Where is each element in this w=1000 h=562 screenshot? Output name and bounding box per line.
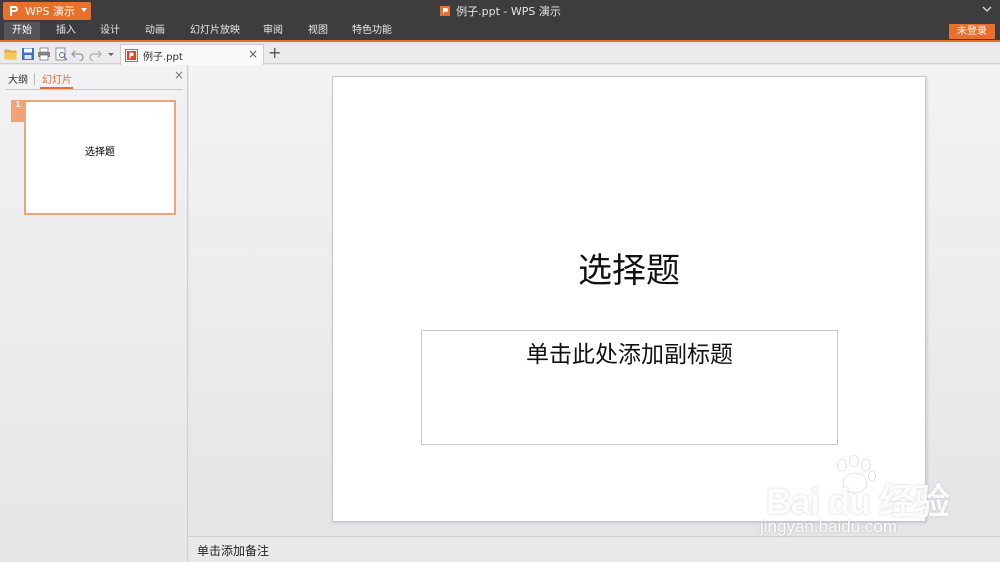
undo-icon[interactable] — [71, 47, 85, 61]
quick-access-toolbar: 例子.ppt × + — [0, 44, 1000, 65]
notes-pane[interactable]: 单击添加备注 — [189, 536, 1000, 562]
menu-tab-review[interactable]: 审阅 — [255, 22, 291, 40]
app-menu-caret-icon — [81, 8, 87, 12]
menu-tab-special[interactable]: 特色功能 — [346, 22, 398, 40]
ppt-file-icon — [440, 6, 451, 16]
menu-tab-design[interactable]: 设计 — [92, 22, 128, 40]
slide-number: 1 — [15, 100, 21, 109]
slide-thumbnail-title: 选择题 — [85, 147, 115, 158]
print-preview-icon[interactable] — [54, 47, 68, 61]
chevron-down-icon[interactable] — [982, 4, 992, 14]
slide-title[interactable]: 选择题 — [333, 243, 925, 292]
menu-bar: 开始 插入 设计 动画 幻灯片放映 审阅 视图 特色功能 未登录 — [0, 22, 1000, 42]
panel-tab-separator — [34, 73, 35, 85]
app-menu-button[interactable]: WPS 演示 — [3, 2, 91, 20]
slide-canvas[interactable]: 选择题 单击此处添加副标题 — [332, 76, 926, 522]
document-tab-label: 例子.ppt — [143, 52, 183, 63]
window-title-text: 例子.ppt - WPS 演示 — [456, 5, 561, 18]
wps-logo-icon — [7, 4, 21, 18]
save-icon[interactable] — [21, 47, 35, 61]
slide-editor: 选择题 单击此处添加副标题 — [189, 65, 1000, 536]
menu-tab-animation[interactable]: 动画 — [137, 22, 173, 40]
app-name: WPS 演示 — [25, 5, 75, 18]
menu-tab-insert[interactable]: 插入 — [48, 22, 84, 40]
wps-window: WPS 演示 例子.ppt - WPS 演示 开始 插入 设计 动画 幻灯片放映… — [0, 0, 1000, 562]
document-tab[interactable]: 例子.ppt × — [120, 44, 264, 65]
ppt-file-icon — [125, 49, 138, 62]
notes-placeholder: 单击添加备注 — [197, 544, 270, 558]
window-title: 例子.ppt - WPS 演示 — [0, 0, 1000, 22]
menu-tab-view[interactable]: 视图 — [300, 22, 336, 40]
slide-number-badge: 1 — [11, 100, 25, 122]
slides-panel: 大纲 幻灯片 × 1 选择题 — [0, 65, 188, 562]
slide-thumbnail[interactable]: 选择题 — [24, 100, 176, 215]
panel-divider — [6, 89, 183, 90]
open-folder-icon[interactable] — [4, 47, 18, 61]
add-tab-button[interactable]: + — [268, 45, 281, 61]
redo-icon[interactable] — [88, 47, 102, 61]
title-bar: WPS 演示 例子.ppt - WPS 演示 — [0, 0, 1000, 22]
close-icon[interactable]: × — [174, 68, 184, 82]
login-button[interactable]: 未登录 — [949, 24, 995, 39]
close-icon[interactable]: × — [248, 48, 258, 60]
tab-outline[interactable]: 大纲 — [8, 71, 28, 86]
menu-tab-home[interactable]: 开始 — [4, 22, 40, 42]
subtitle-placeholder-box[interactable]: 单击此处添加副标题 — [421, 330, 838, 445]
tab-slides[interactable]: 幻灯片 — [42, 71, 72, 86]
dropdown-icon[interactable] — [106, 47, 116, 61]
print-icon[interactable] — [37, 47, 51, 61]
menu-tab-slideshow[interactable]: 幻灯片放映 — [184, 22, 246, 40]
subtitle-placeholder-text: 单击此处添加副标题 — [526, 342, 733, 368]
